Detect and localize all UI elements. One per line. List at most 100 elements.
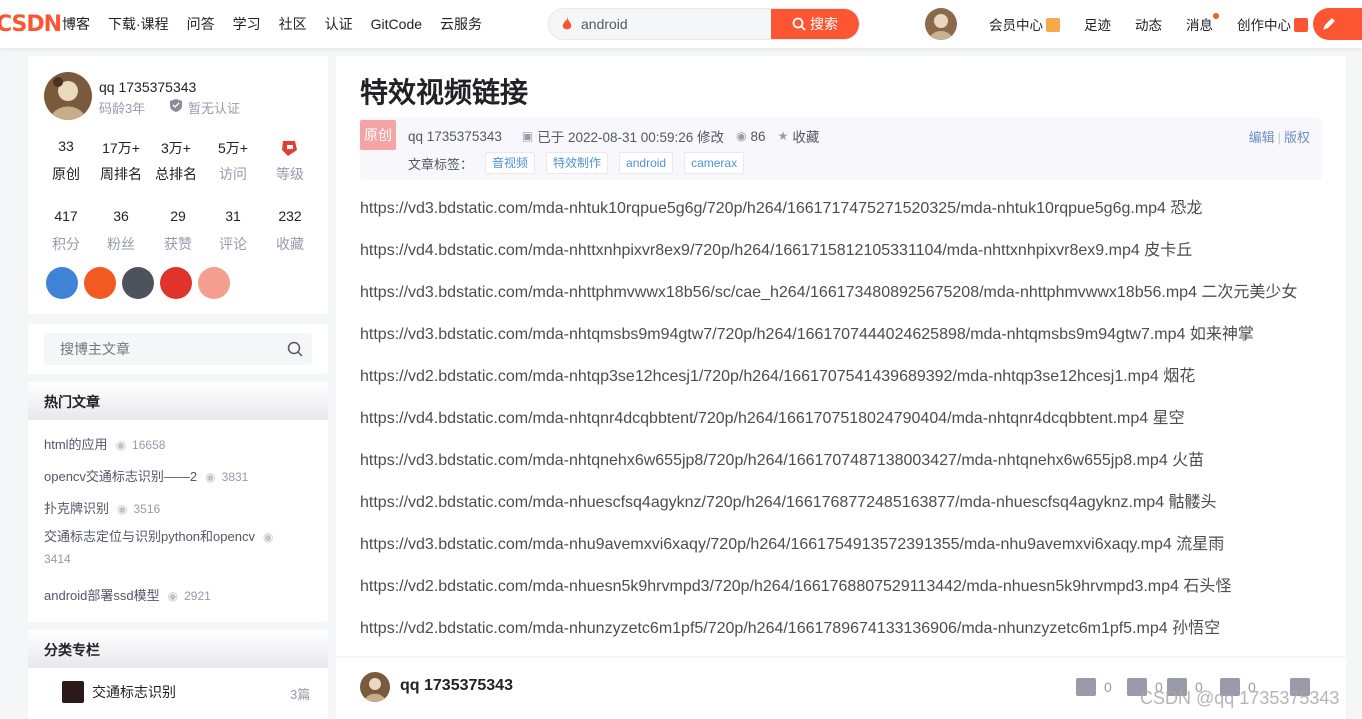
blog-search-input[interactable] (44, 333, 274, 365)
tag[interactable]: 音视频 (485, 152, 536, 174)
footer-avatar[interactable] (360, 672, 390, 702)
edit-links: 编辑 | 版权 (1248, 130, 1310, 145)
search-icon[interactable] (287, 341, 303, 357)
user-avatar[interactable] (925, 8, 957, 40)
hot-article[interactable]: android部署ssd模型 ◉ 2921 (44, 585, 211, 604)
stat-visits: 5万+ 访问 (218, 140, 248, 182)
stat-fans[interactable]: 36 粉丝 (93, 208, 149, 254)
video-link-line: https://vd2.bdstatic.com/mda-nhuesn5k9hr… (360, 578, 1232, 595)
category-count: 3篇 (290, 687, 311, 702)
article-info: qq 1735375343 ▣ 已于 2022-08-31 00:59:26 修… (408, 126, 819, 146)
tag[interactable]: 特效制作 (546, 152, 609, 174)
article-title: 特效视频链接 (360, 77, 529, 108)
publish-button[interactable] (1313, 8, 1362, 40)
stat-points: 417 积分 (52, 208, 80, 252)
nav-footprint[interactable]: 足迹 (1084, 14, 1111, 34)
star-icon: ★ (777, 129, 789, 143)
user-nav: 会员中心 足迹 动态 消息 创作中心 (989, 0, 1308, 48)
hot-article[interactable]: 扑克牌识别 ◉ 3516 (44, 498, 160, 517)
article-meta: 原创 qq 1735375343 ▣ 已于 2022-08-31 00:59:2… (360, 118, 1322, 180)
medal-icon-4[interactable] (160, 267, 192, 299)
pen-icon (1323, 18, 1335, 30)
main-nav: 博客 下载·课程 问答 学习 社区 认证 GitCode 云服务 (62, 0, 500, 48)
video-link-line: https://vd2.bdstatic.com/mda-nhuescfsq4a… (360, 494, 1217, 511)
tags-label: 文章标签： (408, 156, 474, 172)
shield-icon (170, 99, 182, 112)
edit-link[interactable]: 编辑 (1249, 130, 1275, 145)
eye-icon: ◉ (117, 502, 128, 516)
footer-author[interactable]: qq 1735375343 (400, 677, 513, 695)
search-icon (792, 17, 806, 31)
csdn-logo[interactable]: CSDN (0, 12, 62, 37)
unread-dot (1213, 13, 1219, 19)
medal-icon-2[interactable] (84, 267, 116, 299)
video-link-line: https://vd3.bdstatic.com/mda-nhu9avemxvi… (360, 536, 1225, 553)
article-date: 已于 2022-08-31 00:59:26 修改 (537, 130, 725, 145)
original-badge: 原创 (360, 120, 396, 150)
article-views: 86 (750, 128, 766, 144)
stat-level[interactable]: 等级 (262, 138, 318, 184)
hot-article[interactable]: opencv交通标志识别——2 ◉ 3831 (44, 466, 248, 485)
copyright-link[interactable]: 版权 (1284, 130, 1310, 145)
category-item[interactable]: 交通标志识别 (92, 682, 176, 702)
like-button[interactable]: 0 (1076, 678, 1112, 696)
stat-week-rank[interactable]: 17万+ 周排名 (93, 138, 149, 184)
nav-vip-center[interactable]: 会员中心 (989, 14, 1060, 34)
global-search: 搜索 (548, 8, 860, 40)
nav-item-learn[interactable]: 学习 (233, 14, 261, 34)
nav-messages[interactable]: 消息 (1186, 13, 1219, 34)
video-link-line: https://vd2.bdstatic.com/mda-nhunzyzetc6… (360, 620, 1221, 637)
medal-icon-3[interactable] (122, 267, 154, 299)
nav-creator-center[interactable]: 创作中心 (1237, 14, 1308, 34)
thumb-up-icon (1076, 678, 1096, 696)
video-link-line: https://vd4.bdstatic.com/mda-nhtqnr4dcqb… (360, 410, 1185, 427)
stat-likes: 29 获赞 (164, 208, 192, 252)
video-link-line: https://vd3.bdstatic.com/mda-nhttphmvwwx… (360, 284, 1298, 301)
profile-cert: 暂无认证 (188, 101, 241, 116)
watermark: CSDN @qq 1735375343 (1140, 688, 1340, 708)
profile-avatar[interactable] (44, 72, 92, 120)
article-favorite[interactable]: 收藏 (792, 126, 819, 146)
stat-comments: 31 评论 (219, 208, 247, 252)
tag-row: 文章标签： 音视频 特效制作 android camerax (408, 152, 755, 174)
eye-icon: ◉ (205, 470, 216, 484)
tag[interactable]: android (619, 152, 674, 174)
hot-article[interactable]: html的应用 ◉ 16658 (44, 434, 165, 453)
medal-icon-5[interactable] (198, 267, 230, 299)
nav-item-qa[interactable]: 问答 (187, 14, 215, 34)
tag[interactable]: camerax (684, 152, 745, 174)
eye-icon: ◉ (115, 438, 127, 452)
nav-item-cloud[interactable]: 云服务 (440, 14, 482, 34)
nav-activity[interactable]: 动态 (1135, 14, 1162, 34)
video-link-line: https://vd4.bdstatic.com/mda-nhttxnhpixv… (360, 242, 1193, 259)
nav-item-download[interactable]: 下载·课程 (108, 14, 169, 34)
search-button-label: 搜索 (810, 16, 838, 32)
video-link-line: https://vd3.bdstatic.com/mda-nhtqnehx6w6… (360, 452, 1205, 469)
creator-badge-icon (1294, 18, 1308, 32)
blog-search (44, 333, 312, 365)
medal-icon-1[interactable] (46, 267, 78, 299)
eye-icon: ◉ (262, 530, 274, 544)
eye-icon: ◉ (167, 589, 179, 603)
video-link-line: https://vd3.bdstatic.com/mda-nhtqmsbs9m9… (360, 326, 1254, 343)
search-button[interactable]: 搜索 (771, 9, 859, 39)
nav-item-community[interactable]: 社区 (279, 14, 307, 34)
stat-total-rank[interactable]: 3万+ 总排名 (148, 138, 204, 184)
hot-articles-title: 热门文章 (28, 382, 328, 420)
nav-item-cert[interactable]: 认证 (325, 14, 353, 34)
level-icon (282, 141, 297, 156)
stat-original[interactable]: 33 原创 (38, 138, 94, 184)
top-navbar: CSDN 博客 下载·课程 问答 学习 社区 认证 GitCode 云服务 搜索… (0, 0, 1362, 48)
gift-icon (1046, 18, 1060, 32)
category-title: 分类专栏 (28, 630, 328, 668)
hot-article[interactable]: 交通标志定位与识别python和opencv ◉ 3414 (44, 526, 314, 570)
eye-icon: ◉ (736, 129, 747, 143)
stat-favorites: 232 收藏 (276, 208, 304, 252)
video-link-line: https://vd3.bdstatic.com/mda-nhtuk10rqpu… (360, 200, 1203, 217)
flame-icon (562, 17, 572, 30)
clock-icon: ▣ (521, 129, 534, 143)
nav-item-gitcode[interactable]: GitCode (371, 16, 422, 32)
article-author[interactable]: qq 1735375343 (408, 129, 502, 144)
profile-username[interactable]: qq 1735375343 (99, 79, 196, 95)
nav-item-blog[interactable]: 博客 (62, 14, 90, 34)
